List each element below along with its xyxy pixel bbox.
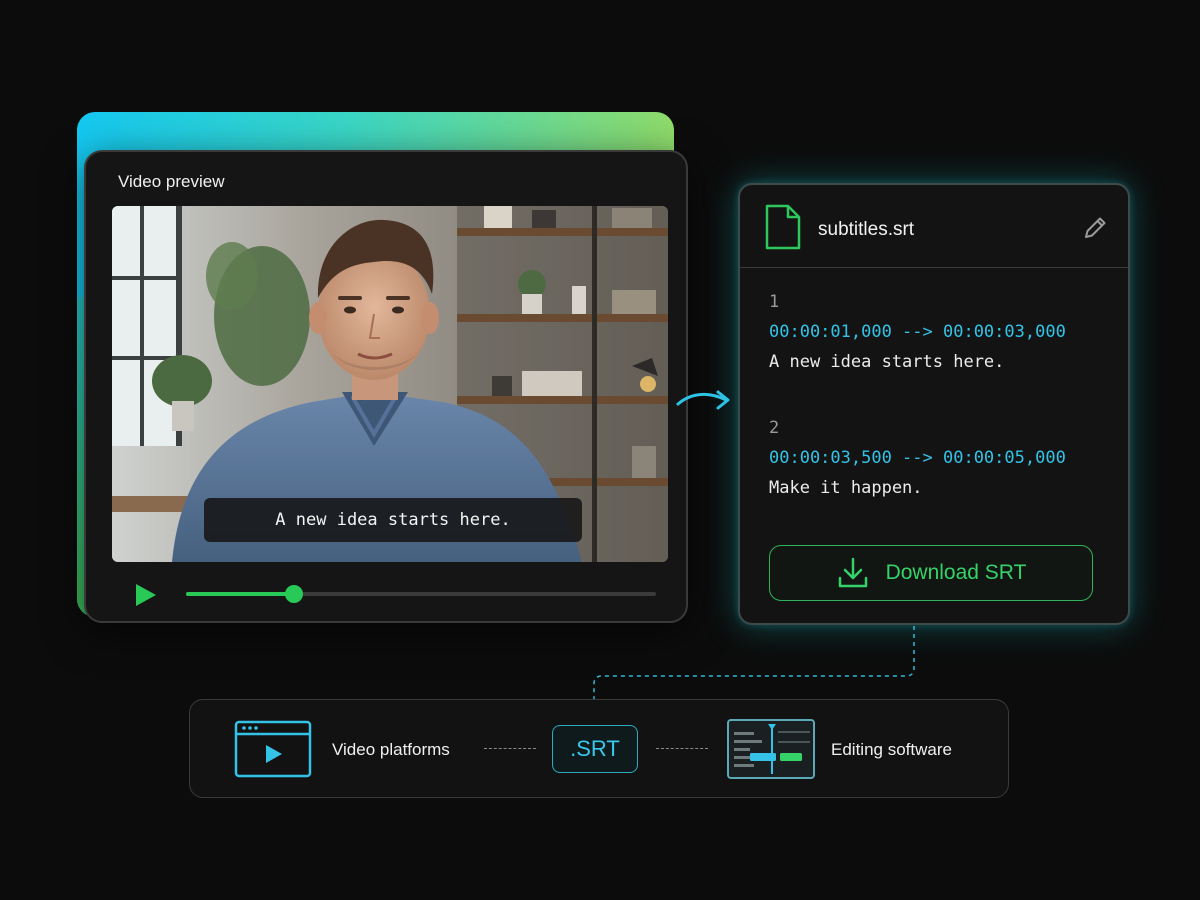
browser-video-icon xyxy=(234,720,312,778)
download-icon xyxy=(838,557,867,588)
video-preview-card: Video preview A new idea starts here. xyxy=(84,150,688,623)
cue-text: Make it happen. xyxy=(769,478,923,498)
cue-index: 2 xyxy=(769,418,780,438)
timeline-editor-icon xyxy=(727,719,815,779)
download-button-label: Download SRT xyxy=(885,561,1027,584)
subtitle-cue: 2 00:00:03,500 --> 00:00:05,000 Make it … xyxy=(769,413,1109,503)
file-icon xyxy=(765,204,801,250)
cue-timing: 00:00:01,000 --> 00:00:03,000 xyxy=(769,322,1066,342)
progress-thumb[interactable] xyxy=(285,585,304,603)
progress-fill xyxy=(186,592,295,596)
flow-arrow-icon xyxy=(676,390,730,410)
dashed-connector xyxy=(593,626,915,700)
file-name: subtitles.srt xyxy=(818,219,915,240)
progress-track[interactable] xyxy=(186,585,656,603)
video-platforms-label: Video platforms xyxy=(332,740,450,759)
subtitle-overlay: A new idea starts here. xyxy=(204,498,582,542)
download-srt-button[interactable]: Download SRT xyxy=(769,545,1093,601)
divider-dash xyxy=(484,748,536,749)
cue-text: A new idea starts here. xyxy=(769,352,1005,372)
cue-index: 1 xyxy=(769,292,780,312)
export-targets-bar: Video platforms .SRT Editing software xyxy=(189,699,1009,798)
cue-timing: 00:00:03,500 --> 00:00:05,000 xyxy=(769,448,1066,468)
video-preview-title: Video preview xyxy=(118,172,225,191)
subtitle-cue: 1 00:00:01,000 --> 00:00:03,000 A new id… xyxy=(769,287,1109,377)
video-frame[interactable]: A new idea starts here. xyxy=(112,206,668,562)
srt-file-card: subtitles.srt 1 00:00:01,000 --> 00:00:0… xyxy=(738,183,1130,625)
srt-format-chip: .SRT xyxy=(552,725,638,773)
srt-file-header: subtitles.srt xyxy=(740,185,1128,268)
srt-content: 1 00:00:01,000 --> 00:00:03,000 A new id… xyxy=(769,287,1109,539)
divider-dash xyxy=(656,748,708,749)
edit-icon[interactable] xyxy=(1082,215,1108,241)
player-controls xyxy=(132,580,662,610)
editing-software-label: Editing software xyxy=(831,740,952,759)
play-icon[interactable] xyxy=(132,582,158,608)
